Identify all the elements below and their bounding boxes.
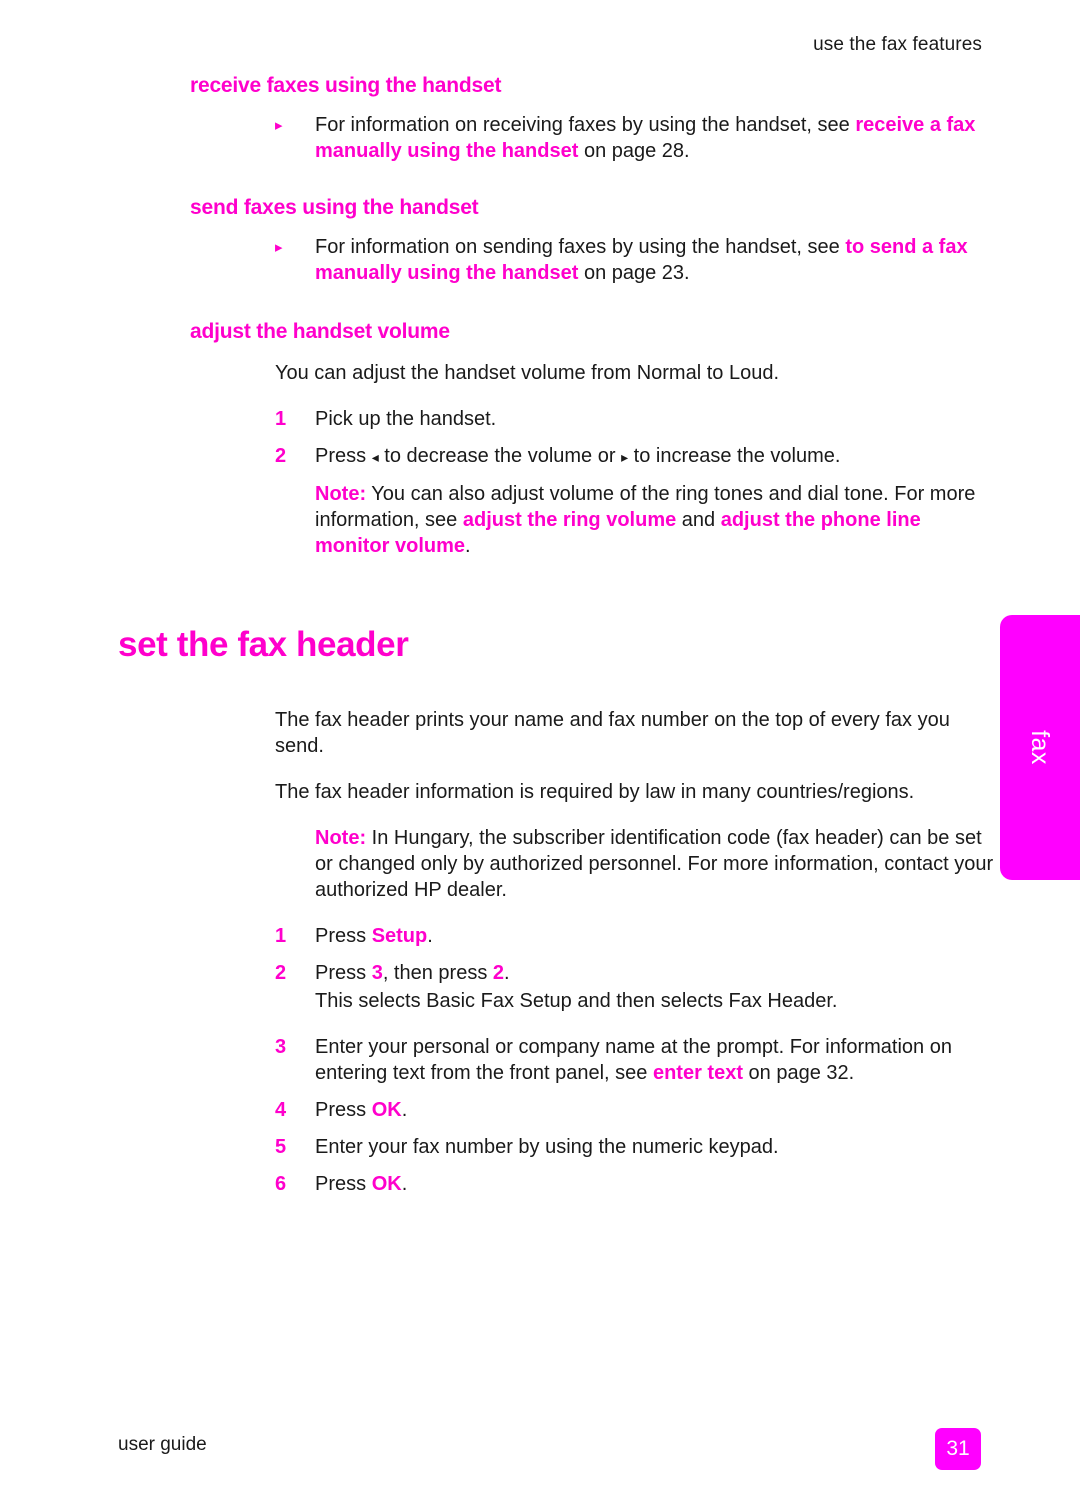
step-text: Press OK. bbox=[315, 1171, 985, 1197]
button-key-setup[interactable]: Setup bbox=[372, 925, 428, 947]
step-prefix-text: Press bbox=[315, 445, 372, 467]
triangle-bullet-icon: ▸ bbox=[275, 239, 283, 256]
step-number: 2 bbox=[275, 962, 287, 984]
section-set-fax-header: set the fax header The fax header prints… bbox=[0, 625, 1000, 1197]
step-number: 5 bbox=[275, 1136, 287, 1158]
note-adjust-volume: Note: You can also adjust volume of the … bbox=[315, 481, 987, 559]
step-middle-text: , then press bbox=[382, 962, 493, 984]
cross-reference-link[interactable]: enter text bbox=[653, 1062, 743, 1084]
bullet-text-send: For information on sending faxes by usin… bbox=[315, 234, 985, 286]
step-number: 2 bbox=[275, 445, 287, 467]
step-item: 1 Press Setup. bbox=[275, 923, 985, 949]
step-number: 3 bbox=[275, 1036, 287, 1058]
step-middle-text: to decrease the volume or bbox=[378, 445, 622, 467]
step-suffix-text: to increase the volume. bbox=[628, 445, 841, 467]
step-suffix-text: . bbox=[401, 1099, 408, 1121]
heading-adjust-handset-volume: adjust the handset volume bbox=[190, 320, 450, 343]
button-key-ok[interactable]: OK bbox=[372, 1173, 402, 1195]
step-prefix-text: Press bbox=[315, 962, 372, 984]
page-number-badge: 31 bbox=[935, 1428, 981, 1470]
step-text: Press Setup. bbox=[315, 923, 985, 949]
step-item: 3 Enter your personal or company name at… bbox=[275, 1034, 985, 1086]
step-prefix-text: Press bbox=[315, 1173, 372, 1195]
triangle-bullet-icon: ▸ bbox=[275, 117, 283, 134]
note-body-text: In Hungary, the subscriber identificatio… bbox=[315, 827, 994, 901]
step-text: Pick up the handset. bbox=[315, 408, 497, 430]
intro-paragraph-adjust: You can adjust the handset volume from N… bbox=[275, 362, 780, 384]
section-adjust-handset-volume: adjust the handset volume You can adjust… bbox=[0, 320, 1000, 559]
bullet-lead-text: For information on receiving faxes by us… bbox=[315, 114, 856, 136]
step-suffix-text: . bbox=[401, 1173, 408, 1195]
bullet-text-receive: For information on receiving faxes by us… bbox=[315, 112, 985, 164]
step-suffix-text: . bbox=[427, 925, 433, 947]
note-conjunction-text: and bbox=[676, 509, 721, 531]
button-key-3[interactable]: 3 bbox=[372, 962, 383, 984]
note-fax-header: Note: In Hungary, the subscriber identif… bbox=[315, 825, 995, 903]
document-page: use the fax features receive faxes using… bbox=[0, 0, 1080, 1495]
step-item: 2 Press ◂ to decrease the volume or ▸ to… bbox=[275, 443, 985, 470]
note-tail-text: . bbox=[465, 535, 471, 557]
step-number: 1 bbox=[275, 408, 287, 430]
bullet-tail-text: on page 28. bbox=[578, 140, 690, 162]
step-prefix-text: Press bbox=[315, 925, 372, 947]
step-text: Press 3, then press 2. bbox=[315, 960, 985, 986]
heading-send-faxes: send faxes using the handset bbox=[190, 196, 479, 219]
page-title: set the fax header bbox=[118, 625, 409, 664]
paragraph-fax-header-2: The fax header information is required b… bbox=[275, 781, 915, 803]
running-header: use the fax features bbox=[813, 34, 982, 55]
step-sub-text: This selects Basic Fax Setup and then se… bbox=[315, 990, 838, 1012]
bullet-tail-text: on page 23. bbox=[578, 262, 690, 284]
step-number: 1 bbox=[275, 925, 287, 947]
chapter-tab-label: fax bbox=[1026, 730, 1055, 765]
chapter-thumb-tab: fax bbox=[1000, 615, 1080, 880]
footer-label: user guide bbox=[118, 1434, 207, 1455]
paragraph-fax-header-1: The fax header prints your name and fax … bbox=[275, 709, 950, 757]
step-lead-text: Enter your personal or company name at t… bbox=[315, 1036, 952, 1084]
bullet-item-receive: ▸ For information on receiving faxes by … bbox=[275, 112, 985, 164]
button-key-ok[interactable]: OK bbox=[372, 1099, 402, 1121]
step-tail-text: on page 32. bbox=[743, 1062, 855, 1084]
step-text: Press ◂ to decrease the volume or ▸ to i… bbox=[315, 443, 985, 470]
step-item: 2 Press 3, then press 2. bbox=[275, 960, 985, 986]
step-prefix-text: Press bbox=[315, 1099, 372, 1121]
page-number: 31 bbox=[946, 1437, 970, 1460]
step-suffix-text: . bbox=[504, 962, 510, 984]
heading-receive-faxes: receive faxes using the handset bbox=[190, 74, 502, 97]
step-item: 1 Pick up the handset. bbox=[275, 406, 985, 432]
note-label: Note: bbox=[315, 483, 367, 505]
page-content: receive faxes using the handset ▸ For in… bbox=[0, 74, 1000, 1197]
bullet-item-send: ▸ For information on sending faxes by us… bbox=[275, 234, 985, 286]
step-text: Enter your fax number by using the numer… bbox=[315, 1136, 779, 1158]
step-item: 6 Press OK. bbox=[275, 1171, 985, 1197]
section-send-faxes: send faxes using the handset ▸ For infor… bbox=[0, 196, 1000, 286]
note-label: Note: bbox=[315, 827, 367, 849]
step-number: 6 bbox=[275, 1173, 287, 1195]
cross-reference-link[interactable]: adjust the ring volume bbox=[463, 509, 676, 531]
step-item: 4 Press OK. bbox=[275, 1097, 985, 1123]
step-text: Enter your personal or company name at t… bbox=[315, 1034, 985, 1086]
section-receive-faxes: receive faxes using the handset ▸ For in… bbox=[0, 74, 1000, 164]
left-arrow-icon: ◂ bbox=[371, 449, 379, 465]
step-text: Press OK. bbox=[315, 1097, 985, 1123]
step-number: 4 bbox=[275, 1099, 287, 1121]
step-item: 5 Enter your fax number by using the num… bbox=[275, 1134, 985, 1160]
bullet-lead-text: For information on sending faxes by usin… bbox=[315, 236, 846, 258]
button-key-2[interactable]: 2 bbox=[493, 962, 504, 984]
